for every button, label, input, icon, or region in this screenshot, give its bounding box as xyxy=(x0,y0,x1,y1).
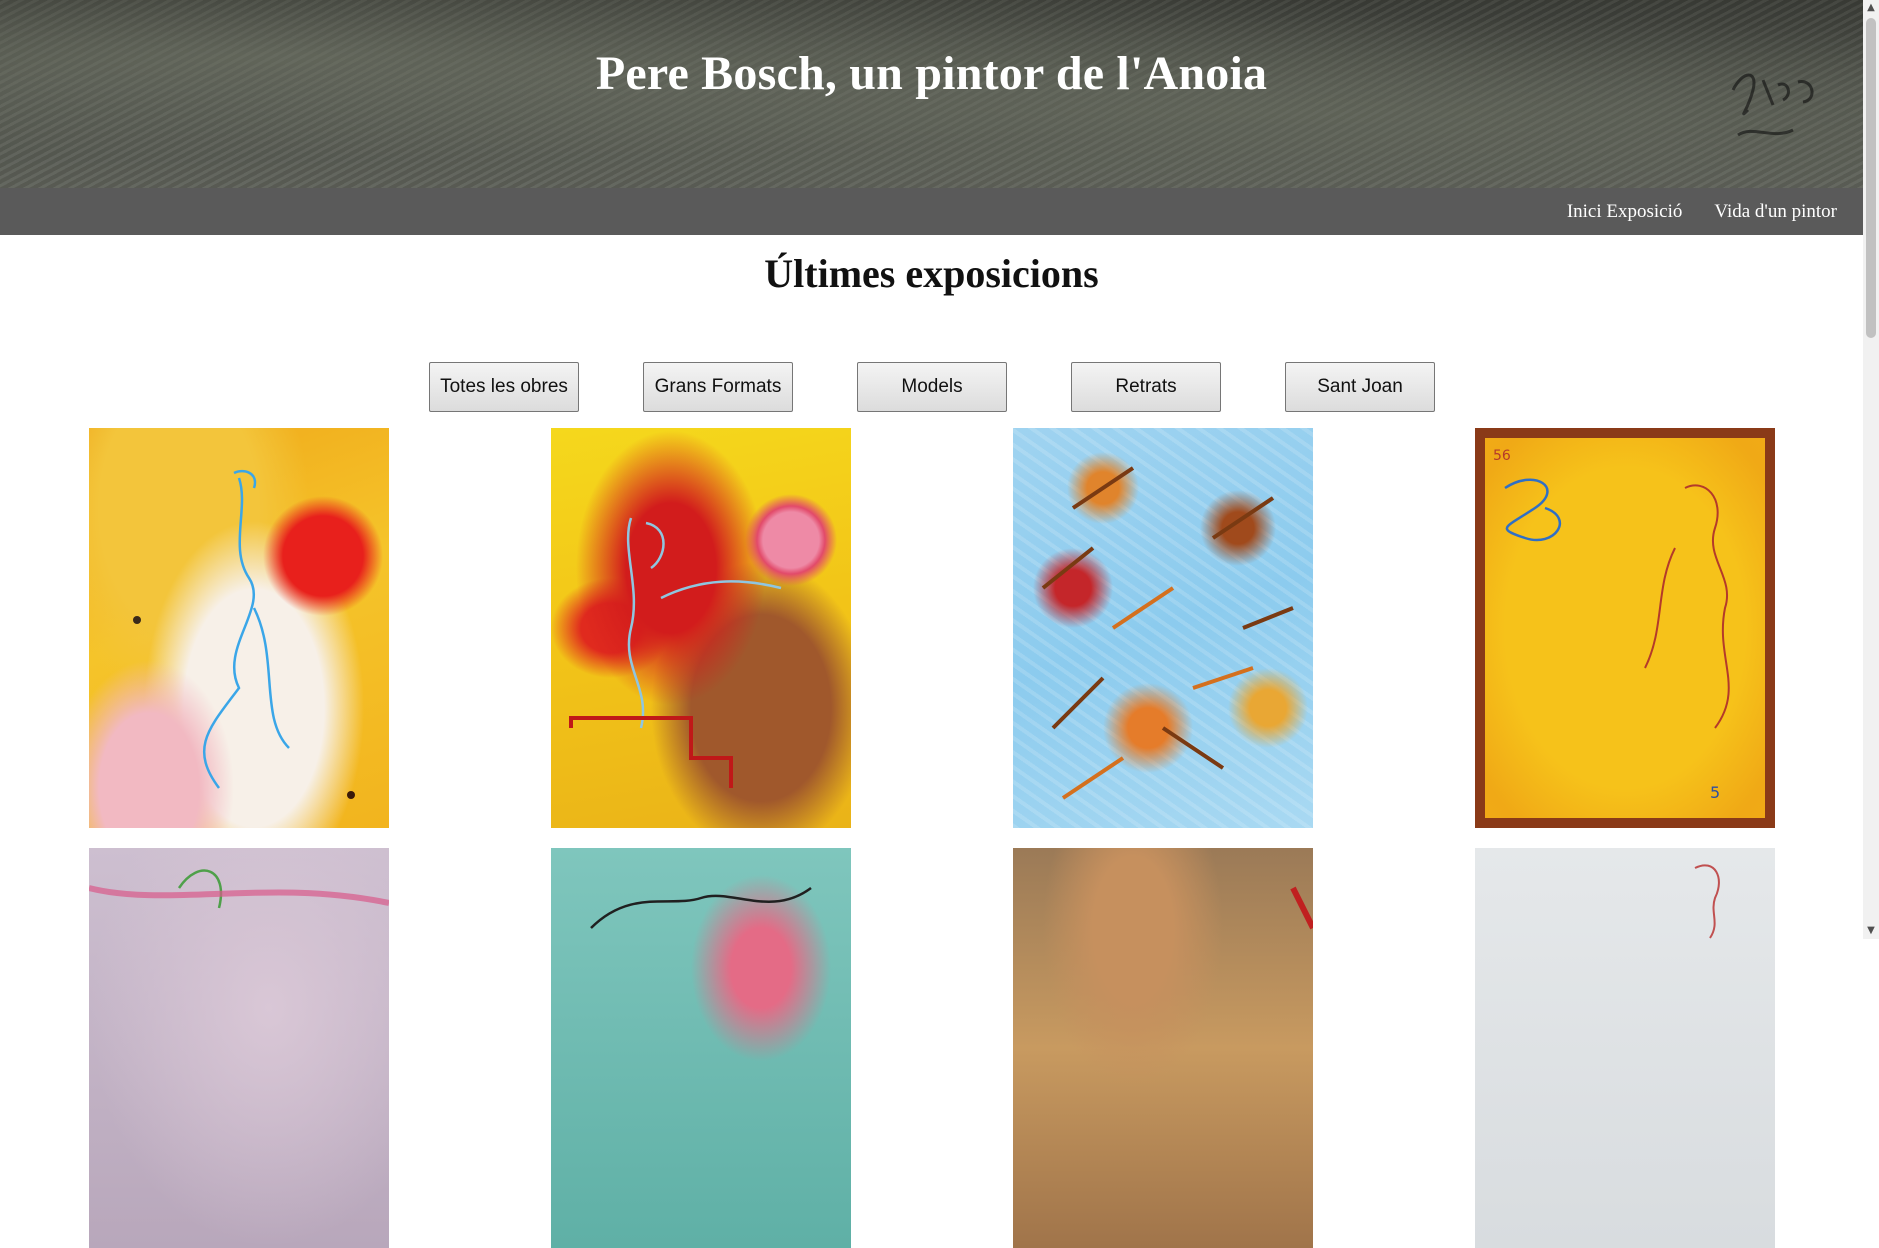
svg-text:56: 56 xyxy=(1493,448,1511,464)
artwork-thumbnail[interactable] xyxy=(89,848,389,1248)
nav-link-vida-pintor[interactable]: Vida d'un pintor xyxy=(1714,201,1837,223)
nav-link-inici-exposicio[interactable]: Inici Exposició xyxy=(1567,201,1683,223)
artwork-thumbnail[interactable] xyxy=(1013,848,1313,1248)
filter-portraits-button[interactable]: Retrats xyxy=(1071,362,1221,412)
site-title: Pere Bosch, un pintor de l'Anoia xyxy=(595,47,1268,100)
chevron-up-icon[interactable]: ▲ xyxy=(1863,0,1879,16)
filter-large-formats-button[interactable]: Grans Formats xyxy=(643,362,793,412)
artwork-thumbnail[interactable]: 56 5 xyxy=(1475,428,1775,828)
section-title: Últimes exposicions xyxy=(764,251,1099,296)
artwork-thumbnail[interactable] xyxy=(1475,848,1775,1248)
svg-text:5: 5 xyxy=(1710,783,1720,802)
page-scrollbar[interactable]: ▲ ▼ xyxy=(1863,0,1879,939)
header-banner: Pere Bosch, un pintor de l'Anoia xyxy=(0,0,1863,188)
artwork-thumbnail[interactable] xyxy=(551,848,851,1248)
filter-models-button[interactable]: Models xyxy=(857,362,1007,412)
scrollbar-thumb[interactable] xyxy=(1866,18,1876,338)
artwork-thumbnail[interactable] xyxy=(1013,428,1313,828)
filter-all-button[interactable]: Totes les obres xyxy=(429,362,579,412)
chevron-down-icon[interactable]: ▼ xyxy=(1863,923,1879,939)
artwork-thumbnail[interactable] xyxy=(551,428,851,828)
filter-sant-joan-button[interactable]: Sant Joan xyxy=(1285,362,1435,412)
filter-buttons: Totes les obres Grans Formats Models Ret… xyxy=(429,362,1435,412)
top-navigation: Inici Exposició Vida d'un pintor xyxy=(0,188,1863,235)
artwork-thumbnail[interactable] xyxy=(89,428,389,828)
